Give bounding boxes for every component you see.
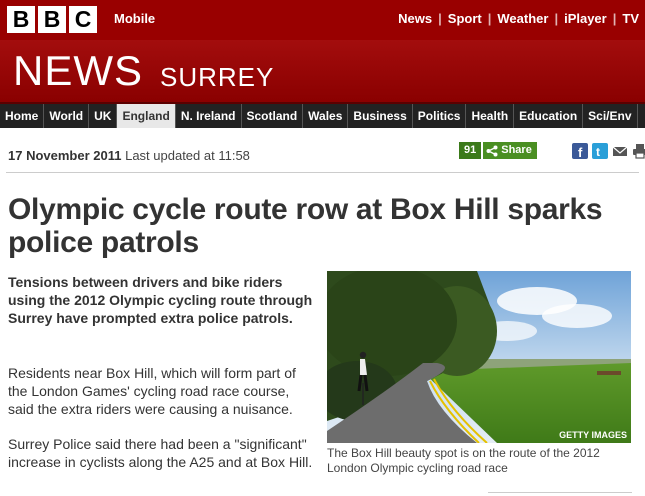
nav-item-world[interactable]: World bbox=[44, 104, 90, 128]
photo-caption: The Box Hill beauty spot is on the route… bbox=[327, 446, 600, 475]
article-headline: Olympic cycle route row at Box Hill spar… bbox=[8, 193, 603, 259]
article-dateline: 17 November 2011 Last updated at 11:58 bbox=[8, 148, 250, 163]
last-updated: Last updated at 11:58 bbox=[125, 148, 250, 163]
share-icon bbox=[486, 145, 498, 156]
top-links: News | Sport | Weather | iPlayer | TV bbox=[392, 11, 645, 26]
nav-item-home[interactable]: Home bbox=[0, 104, 45, 128]
article-paragraph: Surrey Police said there had been a "sig… bbox=[8, 436, 313, 470]
region-title[interactable]: SURREY bbox=[160, 62, 274, 93]
print-icon[interactable] bbox=[632, 143, 645, 159]
nav-item-health[interactable]: Health bbox=[466, 104, 515, 128]
article-intro: Tensions between drivers and bike riders… bbox=[8, 274, 313, 326]
logo-letter: B bbox=[7, 6, 35, 33]
share-count: 91 bbox=[459, 142, 482, 159]
bbc-logo[interactable]: B B C bbox=[7, 6, 97, 33]
share-label: Share bbox=[501, 144, 532, 156]
svg-text:t: t bbox=[596, 145, 600, 159]
share-button[interactable]: Share bbox=[483, 142, 537, 159]
top-link-sport[interactable]: Sport bbox=[442, 11, 488, 26]
separator: | bbox=[438, 11, 442, 26]
nav-item-scotland[interactable]: Scotland bbox=[242, 104, 304, 128]
box-hill-photo bbox=[327, 271, 631, 443]
logo-letter: C bbox=[69, 6, 97, 33]
nav-item-england[interactable]: England bbox=[117, 104, 176, 128]
nav-item-sci-env[interactable]: Sci/Env bbox=[583, 104, 638, 128]
separator: | bbox=[487, 11, 492, 26]
nav-item-wales[interactable]: Wales bbox=[303, 104, 349, 128]
email-icon[interactable] bbox=[612, 143, 628, 159]
section-nav: Home World UK England N. Ireland Scotlan… bbox=[0, 102, 645, 128]
top-link-tv[interactable]: TV bbox=[616, 11, 645, 26]
divider bbox=[6, 172, 639, 173]
nav-item-politics[interactable]: Politics bbox=[413, 104, 467, 128]
divider bbox=[488, 492, 632, 493]
nav-item-uk[interactable]: UK bbox=[89, 104, 118, 128]
separator: | bbox=[554, 11, 559, 26]
nav-item-n-ireland[interactable]: N. Ireland bbox=[176, 104, 242, 128]
top-link-news[interactable]: News bbox=[392, 11, 438, 26]
article-photo: GETTY IMAGES bbox=[327, 271, 631, 443]
separator: | bbox=[612, 11, 617, 26]
top-bar: B B C Mobile News | Sport | Weather | iPlay… bbox=[0, 0, 645, 40]
article-date: 17 November 2011 bbox=[8, 148, 122, 163]
svg-text:f: f bbox=[578, 145, 583, 159]
social-icons: f t bbox=[572, 143, 645, 159]
nav-item-education[interactable]: Education bbox=[514, 104, 584, 128]
news-banner: NEWS SURREY bbox=[0, 40, 645, 102]
top-link-weather[interactable]: Weather bbox=[491, 11, 554, 26]
top-link-iplayer[interactable]: iPlayer bbox=[558, 11, 613, 26]
news-title[interactable]: NEWS bbox=[13, 47, 143, 95]
logo-letter: B bbox=[38, 6, 66, 33]
mobile-link[interactable]: Mobile bbox=[114, 11, 155, 26]
share-widget[interactable]: 91 Share bbox=[459, 142, 537, 159]
photo-credit: GETTY IMAGES bbox=[559, 430, 627, 440]
nav-item-business[interactable]: Business bbox=[348, 104, 413, 128]
article-paragraph: Residents near Box Hill, which will form… bbox=[8, 365, 296, 417]
facebook-icon[interactable]: f bbox=[572, 143, 588, 159]
twitter-icon[interactable]: t bbox=[592, 143, 608, 159]
